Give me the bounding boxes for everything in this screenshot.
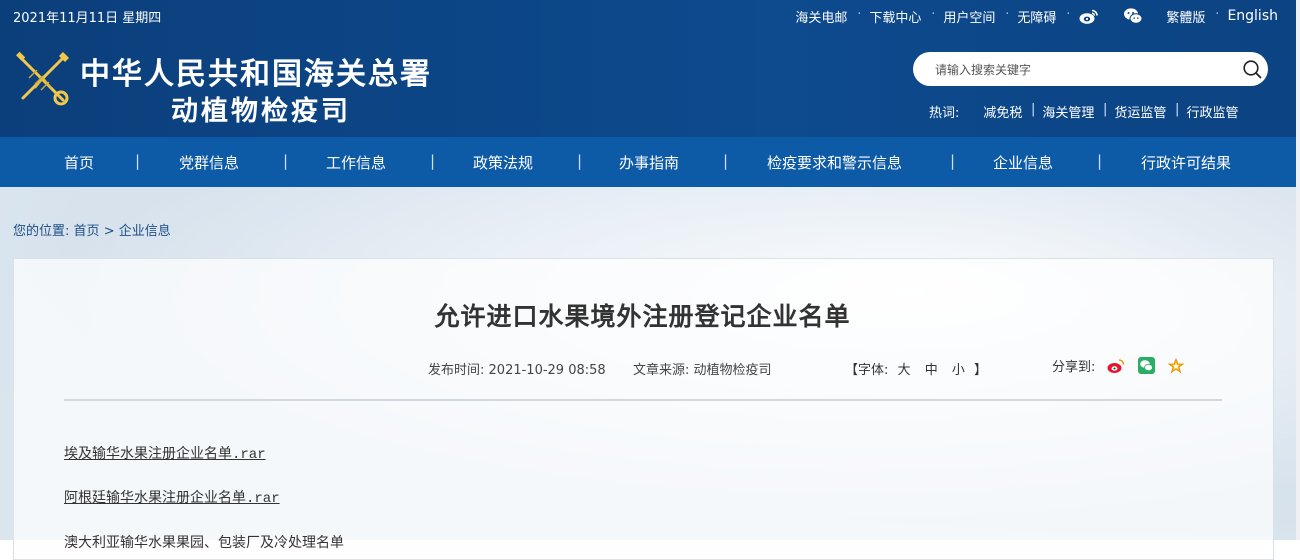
file-name: 埃及输华水果注册企业名单 <box>64 446 232 462</box>
main-nav: 首页 | 党群信息 | 工作信息 | 政策法规 | 办事指南 | 检疫要求和警示… <box>0 137 1300 187</box>
file-ext: .rar <box>246 491 280 507</box>
search-input[interactable] <box>933 52 1227 88</box>
top-link-download[interactable]: 下载中心 <box>858 7 935 26</box>
site-title-main: 中华人民共和国海关总署 <box>80 57 432 92</box>
nav-item-work[interactable]: 工作信息 <box>326 152 386 173</box>
nav-item-license[interactable]: 行政许可结果 <box>1141 152 1231 173</box>
nav-item-home[interactable]: 首页 <box>64 152 94 173</box>
share-bar: 分享到: <box>1052 356 1185 375</box>
search-box <box>913 52 1268 88</box>
breadcrumb-separator: > <box>103 224 115 239</box>
file-link-australia-partial[interactable]: 澳大利亚输华水果果园、包装厂及冷处理名单 <box>64 532 344 552</box>
source-value: 动植物检疫司 <box>693 363 772 378</box>
article-title: 允许进口水果境外注册登记企业名单 <box>434 302 851 331</box>
nav-separator: | <box>950 152 956 170</box>
site-header: 2021年11月11日 星期四 海关电邮 下载中心 用户空间 无障碍 <box>0 0 1300 137</box>
nav-separator: | <box>430 152 436 170</box>
file-name: 阿根廷输华水果注册企业名单 <box>64 490 246 506</box>
file-link-argentina[interactable]: 阿根廷输华水果注册企业名单.rar <box>64 487 280 507</box>
font-size-small[interactable]: 小 <box>952 363 965 378</box>
hot-word-customs-management[interactable]: 海关管理 <box>1032 102 1107 121</box>
publish-time: 发布时间: 2021-10-29 08:58 <box>428 359 606 378</box>
article-source: 文章来源: 动植物检疫司 <box>633 359 772 378</box>
hot-words: 热词: 减免税 海关管理 货运监管 行政监管 <box>929 102 1248 121</box>
top-link-traditional[interactable]: 繁體版 <box>1155 7 1219 26</box>
current-date: 2021年11月11日 星期四 <box>13 11 162 26</box>
nav-item-guide[interactable]: 办事指南 <box>619 152 679 173</box>
hot-words-label: 热词: <box>929 106 960 121</box>
breadcrumb-home[interactable]: 首页 <box>74 224 100 239</box>
font-size-medium[interactable]: 中 <box>925 363 938 378</box>
top-link-email[interactable]: 海关电邮 <box>784 7 861 26</box>
font-size-prefix: 【字体: <box>845 363 889 378</box>
customs-emblem-icon <box>13 48 73 110</box>
nav-separator: | <box>577 152 583 170</box>
site-title-sub: 动植物检疫司 <box>171 96 351 127</box>
hot-word-tax[interactable]: 减免税 <box>973 102 1035 121</box>
publish-time-value: 2021-10-29 08:58 <box>488 363 606 378</box>
hot-word-cargo-supervision[interactable]: 货运监管 <box>1104 102 1179 121</box>
share-favorite-icon[interactable] <box>1167 357 1185 375</box>
breadcrumb: 您的位置: 首页 > 企业信息 <box>13 220 171 239</box>
nav-separator: | <box>135 152 141 170</box>
hot-word-admin-supervision[interactable]: 行政监管 <box>1176 102 1248 121</box>
share-weibo-icon[interactable] <box>1107 357 1125 375</box>
page-scrollbar[interactable] <box>1296 0 1300 540</box>
search-icon[interactable] <box>1242 59 1262 79</box>
nav-item-quarantine[interactable]: 检疫要求和警示信息 <box>767 152 902 173</box>
title-divider <box>64 399 1222 401</box>
font-size-suffix: 】 <box>974 363 988 378</box>
font-size-control: 【字体: 大 中 小 】 <box>845 359 987 378</box>
file-ext: .rar <box>232 447 266 463</box>
top-bar: 2021年11月11日 星期四 海关电邮 下载中心 用户空间 无障碍 <box>0 0 1300 32</box>
nav-item-enterprise[interactable]: 企业信息 <box>993 152 1053 173</box>
wechat-icon[interactable] <box>1111 7 1155 25</box>
breadcrumb-current[interactable]: 企业信息 <box>119 224 171 239</box>
nav-item-policy[interactable]: 政策法规 <box>473 152 533 173</box>
font-size-large[interactable]: 大 <box>898 363 911 378</box>
source-label: 文章来源: <box>633 363 690 378</box>
share-wechat-icon[interactable] <box>1137 357 1155 375</box>
publish-time-label: 发布时间: <box>428 363 485 378</box>
top-link-user-space[interactable]: 用户空间 <box>932 7 1009 26</box>
nav-separator: | <box>1097 152 1103 170</box>
breadcrumb-prefix: 您的位置: <box>13 224 70 239</box>
top-links: 海关电邮 下载中心 用户空间 无障碍 <box>784 0 1300 32</box>
top-link-accessibility[interactable]: 无障碍 <box>1006 7 1070 26</box>
nav-item-party[interactable]: 党群信息 <box>179 152 239 173</box>
top-link-english[interactable]: English <box>1216 8 1300 24</box>
file-link-egypt[interactable]: 埃及输华水果注册企业名单.rar <box>64 443 266 463</box>
share-label: 分享到: <box>1052 360 1096 375</box>
nav-separator: | <box>723 152 729 170</box>
nav-separator: | <box>283 152 289 170</box>
weibo-icon[interactable] <box>1067 7 1111 25</box>
